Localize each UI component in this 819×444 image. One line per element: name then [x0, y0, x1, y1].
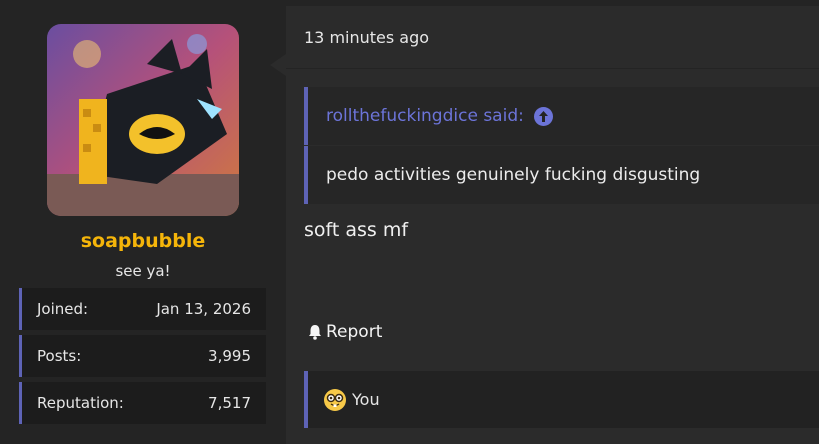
report-label[interactable]: Report: [326, 322, 382, 342]
quote-text: pedo activities genuinely fucking disgus…: [304, 146, 819, 204]
nerd-face-emoji: [324, 388, 346, 411]
user-title: see ya!: [115, 262, 171, 280]
bell-icon: [306, 323, 324, 341]
post-timestamp[interactable]: 13 minutes ago: [304, 28, 429, 47]
post-pointer: [270, 54, 286, 76]
post-message: soft ass mf: [304, 219, 409, 241]
stat-posts: Posts: 3,995: [19, 335, 266, 377]
divider: [286, 68, 819, 69]
stat-value: 3,995: [208, 347, 251, 365]
arrow-up-circle-icon[interactable]: [533, 106, 553, 126]
stat-joined: Joined: Jan 13, 2026: [19, 288, 266, 330]
stat-value: 7,517: [208, 394, 251, 412]
report-button[interactable]: Report: [306, 322, 382, 342]
stat-label: Posts:: [37, 347, 82, 365]
reaction-label[interactable]: You: [352, 390, 380, 409]
stat-label: Reputation:: [37, 394, 124, 412]
stat-value: Jan 13, 2026: [156, 300, 251, 318]
reaction-bar[interactable]: You: [304, 371, 819, 428]
user-sidebar: soapbubble see ya! Joined: Jan 13, 2026 …: [0, 0, 286, 444]
quote-header[interactable]: rollthefuckingdice said:: [304, 87, 819, 145]
username[interactable]: soapbubble: [0, 230, 286, 252]
stat-label: Joined:: [37, 300, 89, 318]
quote-author[interactable]: rollthefuckingdice said:: [326, 106, 524, 126]
avatar[interactable]: [47, 24, 239, 216]
stat-reputation: Reputation: 7,517: [19, 382, 266, 424]
